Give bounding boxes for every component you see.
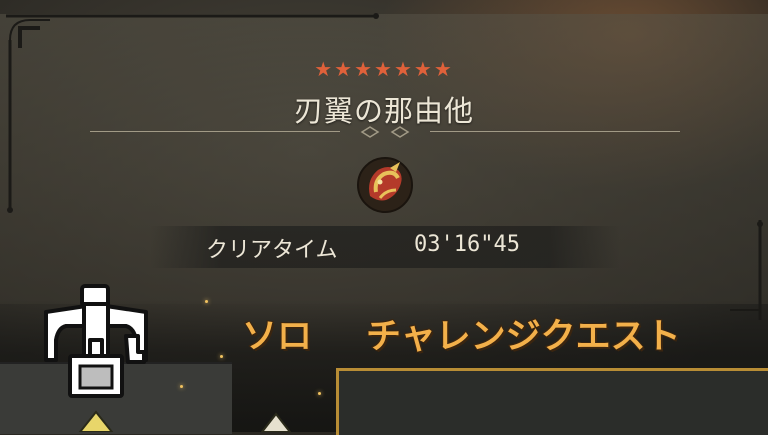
title-divider-left [90,131,340,132]
caption-solo: ソロ [241,316,313,358]
bottom-arrow-icon [78,410,114,432]
bottom-arrow-icon-2 [260,412,292,432]
clear-time-label: クリアタイム [206,238,338,263]
sparkle [318,392,321,395]
lower-center-panel [336,368,768,435]
monster-emblem-icon [357,157,413,213]
title-divider-right [430,131,680,132]
quest-title: 刃翼の那由他 [293,94,474,128]
difficulty-stars: ★★★★★★★ [314,57,454,81]
divider-ornament [360,126,410,138]
clear-time-value: 03'16"45 [414,232,520,257]
sparkle [205,300,208,303]
caption-challenge-quest: チャレンジクエスト [365,316,682,358]
sparkle [220,355,223,358]
charge-blade-icon [44,284,148,398]
sparkle [180,385,183,388]
